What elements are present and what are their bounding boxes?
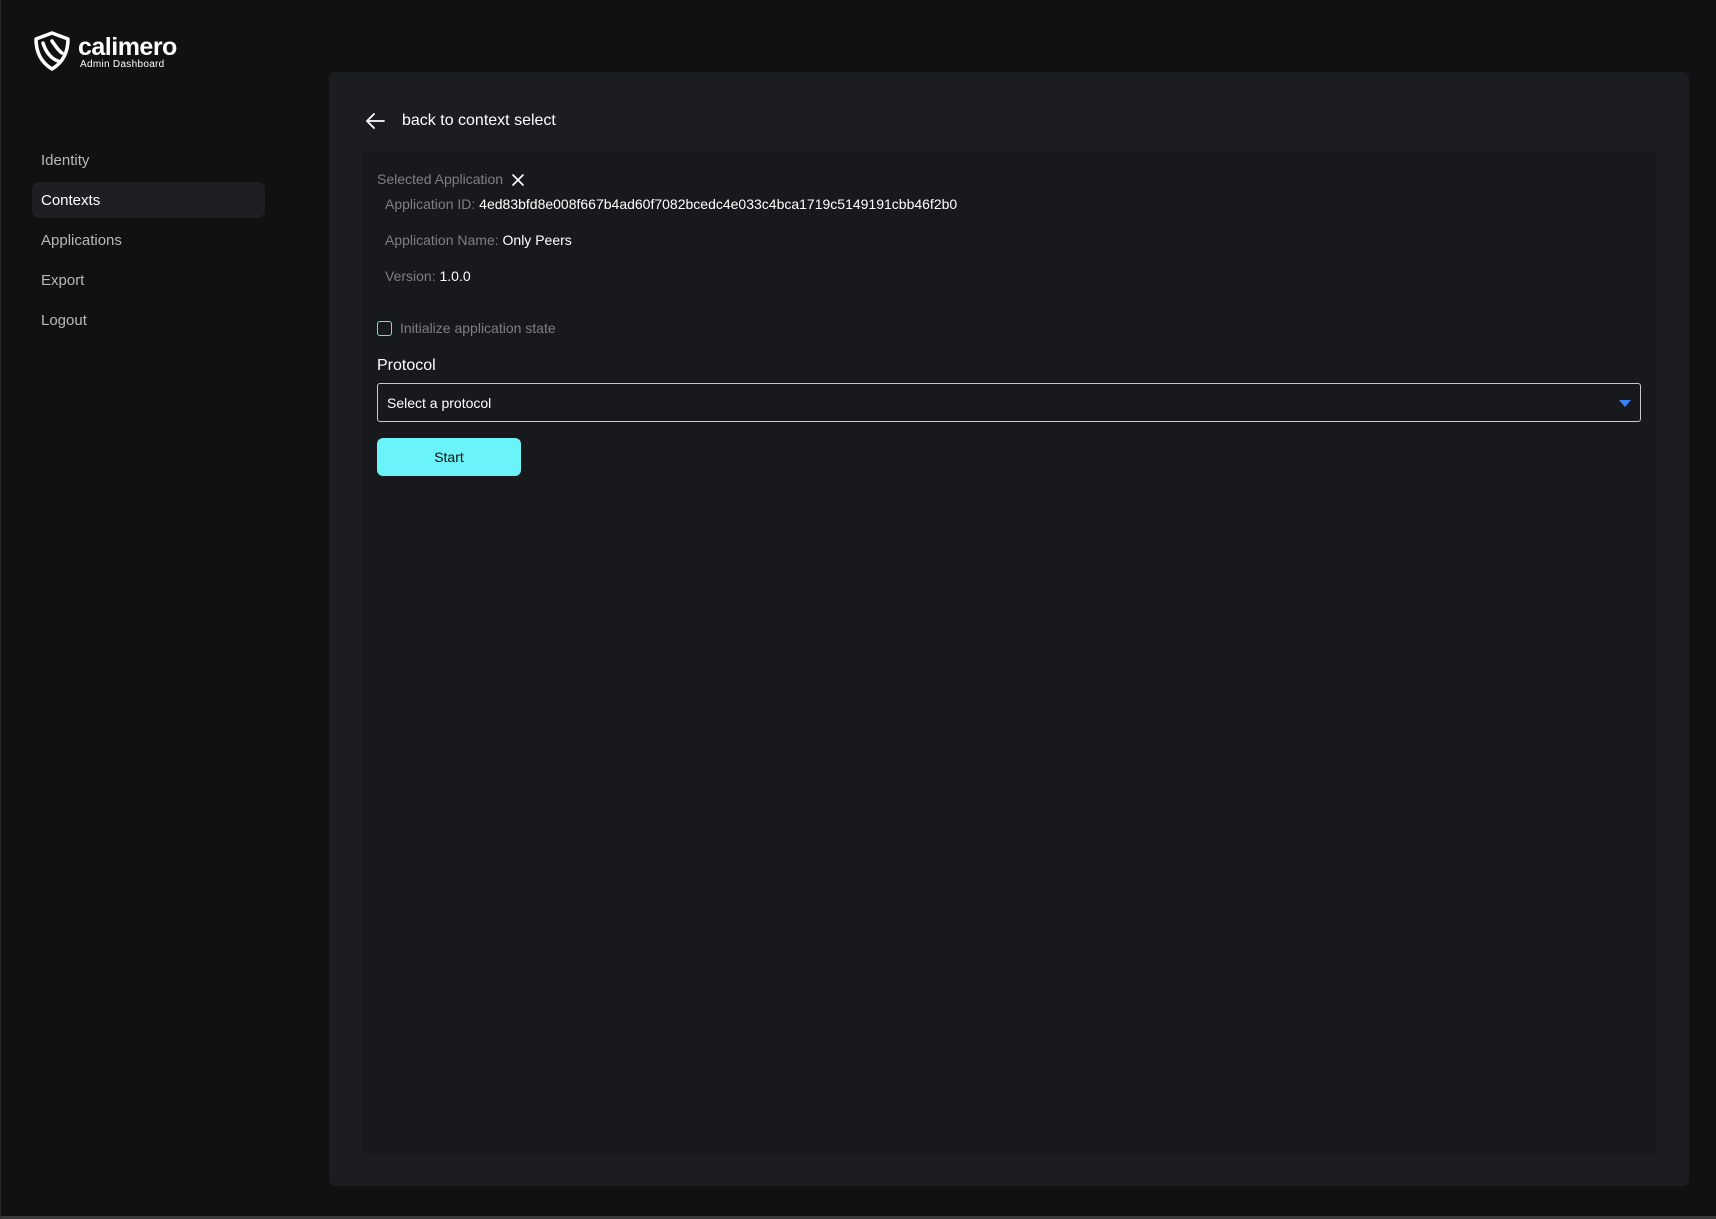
- application-id-value: 4ed83bfd8e008f667b4ad60f7082bcedc4e033c4…: [479, 196, 958, 212]
- protocol-select[interactable]: Select a protocol: [377, 383, 1641, 422]
- brand-subtitle: Admin Dashboard: [80, 59, 165, 70]
- application-name-row: Application Name: Only Peers: [385, 232, 572, 248]
- application-version-key: Version:: [385, 268, 436, 284]
- protocol-label: Protocol: [377, 357, 436, 374]
- selected-application-header: Selected Application: [377, 170, 526, 188]
- application-version-value: 1.0.0: [439, 268, 471, 284]
- application-name-key: Application Name:: [385, 232, 499, 248]
- arrow-left-icon: [366, 113, 385, 129]
- back-label: back to context select: [402, 112, 556, 129]
- application-name-value: Only Peers: [502, 232, 572, 248]
- start-context-card: Selected Application Application ID: 4ed…: [362, 152, 1656, 1154]
- brand-logo[interactable]: calimero Admin Dashboard: [32, 31, 177, 71]
- start-button[interactable]: Start: [377, 438, 521, 476]
- back-to-context-select-link[interactable]: back to context select: [364, 110, 556, 132]
- chevron-down-icon: [1619, 399, 1631, 407]
- sidebar-item-applications[interactable]: Applications: [32, 222, 265, 258]
- initialize-state-option[interactable]: Initialize application state: [377, 320, 556, 336]
- calimero-shield-logo-icon: [34, 31, 70, 71]
- app-window: calimero Admin Dashboard Identity Contex…: [0, 0, 1716, 1219]
- selected-application-label: Selected Application: [377, 171, 504, 187]
- application-id-key: Application ID:: [385, 196, 476, 212]
- sidebar-item-identity[interactable]: Identity: [32, 142, 265, 178]
- protocol-selected-value: Select a protocol: [387, 394, 492, 411]
- brand-name: calimero: [78, 33, 177, 61]
- application-id-row: Application ID: 4ed83bfd8e008f667b4ad60f…: [385, 196, 957, 212]
- brand-text: calimero Admin Dashboard: [78, 31, 177, 71]
- sidebar-item-logout[interactable]: Logout: [32, 302, 265, 338]
- initialize-state-label: Initialize application state: [400, 320, 556, 336]
- sidebar-item-export[interactable]: Export: [32, 262, 265, 298]
- main-panel: back to context select Selected Applicat…: [329, 72, 1689, 1186]
- sidebar-nav: Identity Contexts Applications Export Lo…: [32, 142, 265, 338]
- application-version-row: Version: 1.0.0: [385, 268, 471, 284]
- close-icon[interactable]: [510, 172, 526, 188]
- initialize-state-checkbox[interactable]: [377, 320, 392, 336]
- sidebar-item-contexts[interactable]: Contexts: [32, 182, 265, 218]
